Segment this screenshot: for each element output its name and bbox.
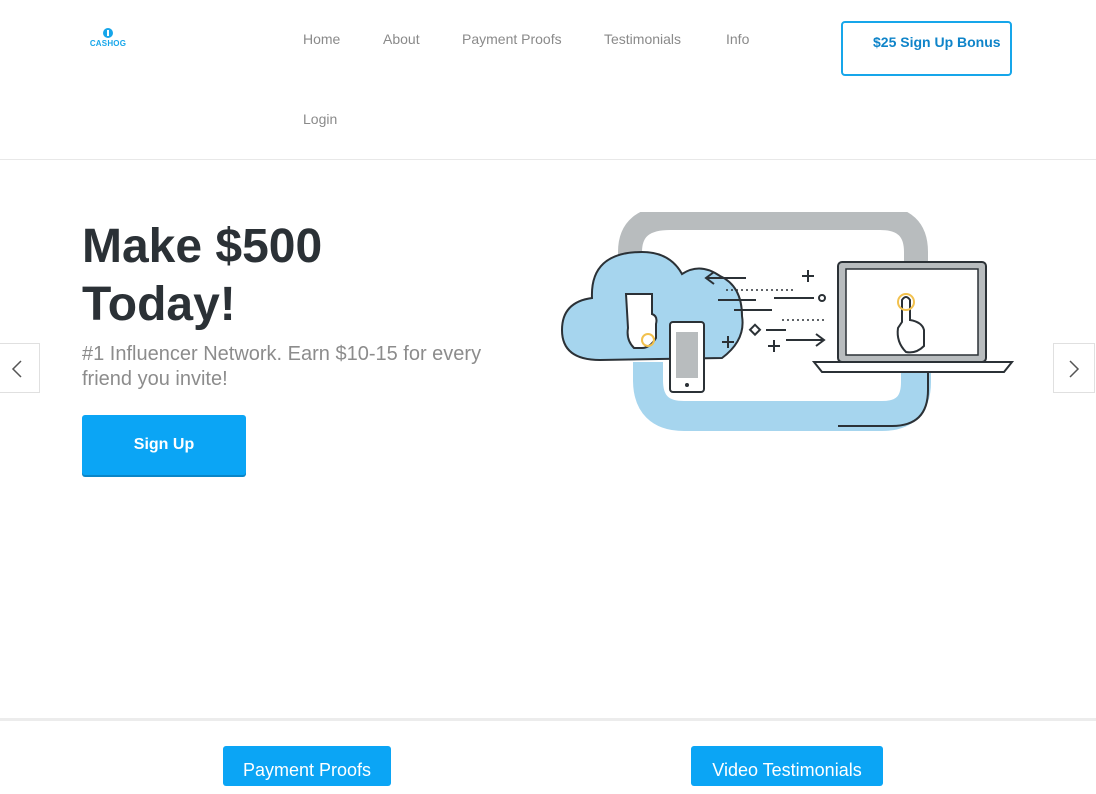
logo[interactable]: CASHOG [86, 28, 130, 52]
hero-title: Make $500 Today! [82, 220, 323, 331]
slider-prev-button[interactable] [0, 343, 40, 393]
nav-home[interactable]: Home [303, 31, 340, 47]
nav-testimonials[interactable]: Testimonials [604, 31, 681, 47]
logo-icon [103, 28, 113, 38]
logo-text: CASHOG [89, 39, 127, 48]
hero-illustration [560, 206, 1015, 437]
nav-info[interactable]: Info [726, 31, 749, 47]
chevron-right-icon [1069, 360, 1080, 378]
nav-login[interactable]: Login [303, 111, 337, 127]
hero-signup-button[interactable]: Sign Up [82, 415, 246, 475]
slider-next-button[interactable] [1053, 343, 1095, 393]
video-testimonials-button[interactable]: Video Testimonials [691, 746, 883, 786]
payment-proofs-button[interactable]: Payment Proofs [223, 746, 391, 786]
signup-bonus-button[interactable]: $25 Sign Up Bonus [841, 21, 1012, 76]
hero-subtitle: #1 Influencer Network. Earn $10-15 for e… [82, 343, 482, 390]
cloud-devices-sync-illustration-icon [560, 206, 1015, 431]
section-divider [0, 718, 1096, 721]
nav-about[interactable]: About [383, 31, 420, 47]
site-header: CASHOG Home About Payment Proofs Testimo… [0, 0, 1096, 160]
nav-payment-proofs[interactable]: Payment Proofs [462, 31, 562, 47]
chevron-left-icon [11, 360, 22, 378]
